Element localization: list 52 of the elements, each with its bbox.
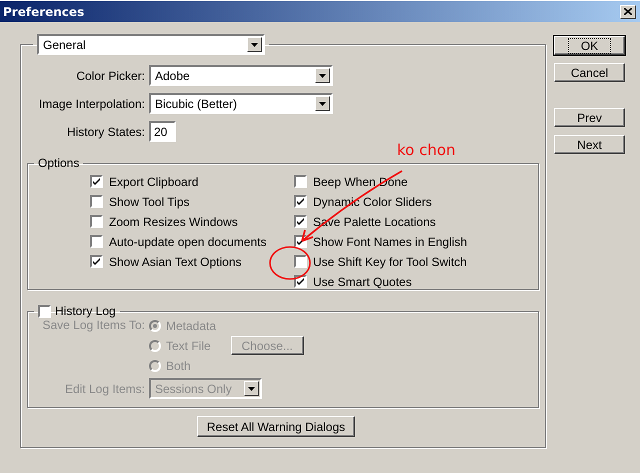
- input-field[interactable]: 20: [149, 121, 176, 142]
- dialog-button[interactable]: Prev: [554, 108, 625, 127]
- checkbox-label: Use Shift Key for Tool Switch: [313, 254, 467, 268]
- radio-label: Metadata: [166, 318, 216, 332]
- field-label: Image Interpolation:: [38, 96, 145, 110]
- field-label: Edit Log Items:: [64, 382, 145, 396]
- dropdown[interactable]: Bicubic (Better): [149, 93, 333, 114]
- checkmark-icon: [297, 198, 304, 205]
- checkbox-label: Show Font Names in English: [313, 234, 468, 248]
- checkbox-label: Export Clipboard: [109, 174, 198, 188]
- checkbox[interactable]: [90, 235, 103, 248]
- dialog-button[interactable]: Cancel: [554, 63, 625, 82]
- checkbox[interactable]: [90, 195, 103, 208]
- checkbox-label: Zoom Resizes Windows: [109, 214, 238, 228]
- checkbox[interactable]: [294, 195, 307, 208]
- window-title: Preferences: [3, 4, 84, 18]
- checkmark-icon: [297, 218, 304, 225]
- field-label: History States:: [66, 124, 145, 138]
- section-dropdown[interactable]: General: [37, 34, 265, 55]
- dialog-button[interactable]: Next: [554, 135, 625, 154]
- dropdown-arrow-icon: [319, 74, 326, 78]
- checkbox[interactable]: [294, 255, 307, 268]
- checkmark-icon: [297, 278, 304, 285]
- checkbox[interactable]: [90, 215, 103, 228]
- checkbox[interactable]: [294, 215, 307, 228]
- field-label: Save Log Items To:: [41, 318, 145, 332]
- dialog-button[interactable]: OK: [554, 36, 625, 55]
- field-label: Color Picker:: [75, 68, 145, 82]
- checkbox-label: Show Asian Text Options: [109, 254, 242, 268]
- close-icon: [624, 8, 632, 15]
- radio-label: Both: [166, 358, 191, 372]
- dropdown-arrow-icon: [251, 42, 258, 46]
- checkmark-icon: [93, 178, 100, 185]
- dropdown-arrow-icon: [248, 386, 255, 390]
- checkbox-label: Use Smart Quotes: [313, 274, 412, 288]
- checkbox-label: History Log: [55, 304, 116, 318]
- close-button[interactable]: [620, 4, 636, 18]
- checkbox-label: Auto-update open documents: [109, 234, 266, 248]
- checkbox[interactable]: [294, 175, 307, 188]
- checkbox[interactable]: [90, 175, 103, 188]
- annotation-circle: [269, 246, 311, 280]
- dropdown[interactable]: Adobe: [149, 65, 333, 86]
- checkbox-label: Show Tool Tips: [109, 194, 190, 208]
- annotation-text: ko chon: [397, 141, 456, 159]
- reset-button[interactable]: Reset All Warning Dialogs: [197, 416, 355, 437]
- checkmark-icon: [93, 258, 100, 265]
- checkbox[interactable]: [294, 275, 307, 288]
- checkmark-icon: [297, 238, 304, 245]
- radio-label: Text File: [166, 338, 211, 352]
- group-title: Options: [38, 156, 80, 170]
- checkbox[interactable]: [90, 255, 103, 268]
- dropdown-arrow-icon: [319, 102, 326, 106]
